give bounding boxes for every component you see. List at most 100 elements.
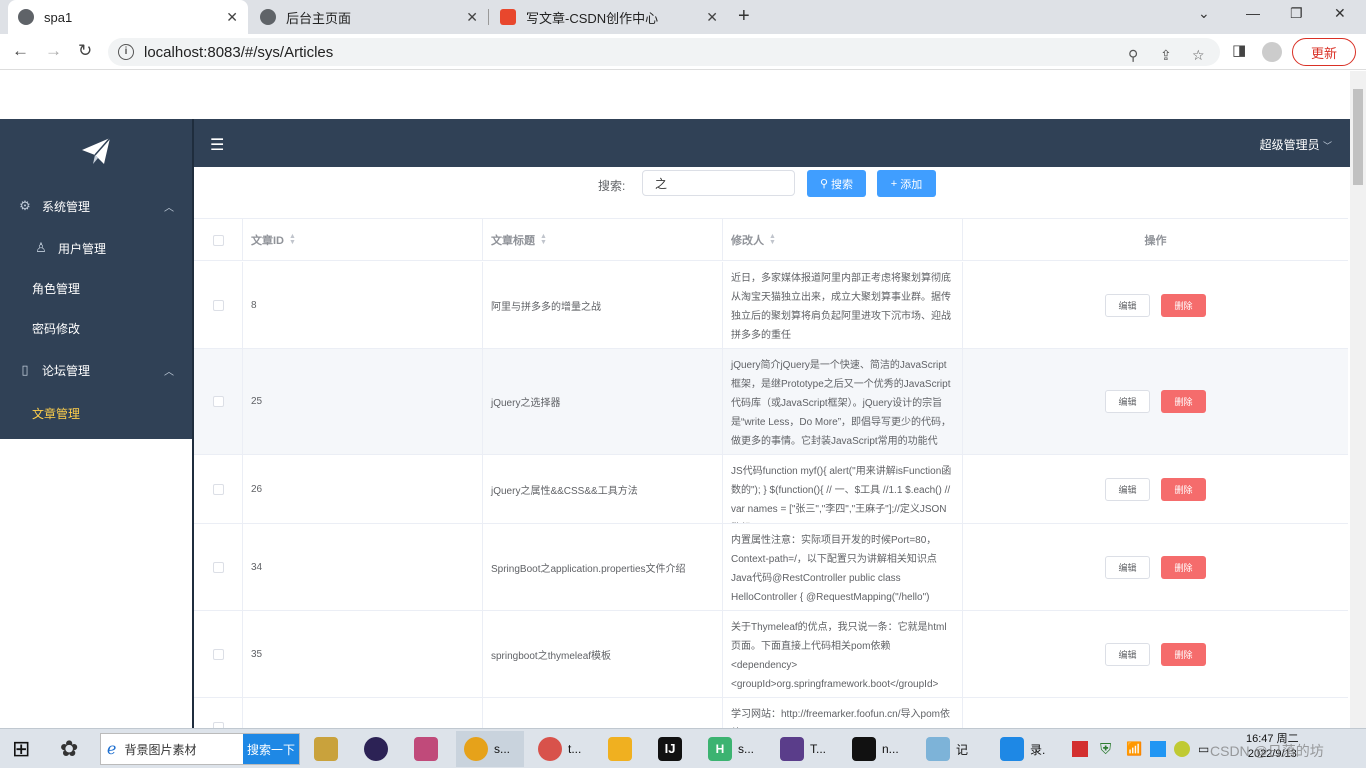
sidepanel-icon[interactable]: ◨ — [1232, 41, 1246, 59]
taskbar-search-button[interactable]: 搜索一下 — [243, 734, 299, 764]
taskbar-search[interactable]: ℯ 背景图片素材 搜索一下 — [100, 733, 300, 765]
profile-avatar[interactable] — [1262, 42, 1282, 62]
edit-button[interactable]: 编辑 — [1105, 390, 1150, 413]
scrollbar-thumb[interactable] — [1353, 89, 1363, 185]
sidebar-item-users[interactable]: ♙ 用户管理 — [0, 228, 192, 268]
row-checkbox[interactable] — [212, 648, 224, 660]
star-icon[interactable]: ☆ — [1192, 47, 1205, 64]
sidebar-item-roles[interactable]: 角色管理 — [0, 268, 192, 308]
edit-button[interactable]: 编辑 — [1105, 477, 1150, 501]
hbuilder-app-icon[interactable]: Hs... — [708, 731, 754, 767]
taskbar-app-label: n... — [882, 742, 899, 756]
column-header-modifier[interactable]: 修改人 ▲ ▼ — [723, 219, 963, 261]
tray-s-icon[interactable] — [1072, 731, 1088, 767]
user-icon: ♙ — [35, 240, 47, 255]
sort-icon[interactable]: ▲ ▼ — [540, 233, 547, 246]
sidebar-item-system[interactable]: ⚙ 系统管理 ︿ — [0, 186, 192, 226]
sidebar-item-articles[interactable]: 文章管理 — [0, 393, 192, 433]
tab-title: 后台主页面 — [286, 10, 352, 26]
column-header-id[interactable]: 文章ID ▲ ▼ — [243, 219, 483, 261]
cell-id: 8 — [243, 262, 483, 348]
close-icon[interactable]: ✕ — [466, 9, 478, 26]
user-dropdown[interactable]: 超级管理员 ﹀ — [1260, 136, 1332, 153]
reload-icon[interactable]: ↻ — [78, 41, 92, 61]
sort-icon[interactable]: ▲ ▼ — [289, 233, 296, 246]
info-icon[interactable]: i — [118, 44, 134, 60]
row-checkbox[interactable] — [212, 561, 224, 573]
delete-button[interactable]: 删除 — [1161, 293, 1206, 317]
edit-button[interactable]: 编辑 — [1105, 642, 1150, 666]
shield-icon[interactable]: ⛨ — [1100, 731, 1111, 767]
database-app-icon[interactable] — [414, 731, 444, 767]
search-button[interactable]: ⚲ 搜索 — [807, 170, 866, 197]
page-content: ⚙ 系统管理 ︿ ♙ 用户管理 角色管理 密码修改 ▯ 论坛管理 ︿ 文章管理 … — [0, 71, 1350, 728]
page-scrollbar[interactable] — [1350, 71, 1366, 728]
column-header-title[interactable]: 文章标题 ▲ ▼ — [483, 219, 723, 261]
forward-icon[interactable]: → — [45, 41, 62, 61]
tray-app-icon[interactable] — [1150, 731, 1166, 767]
app-launcher-icon[interactable]: ✿ — [60, 731, 78, 767]
edit-button[interactable]: 编辑 — [1105, 555, 1150, 579]
close-icon[interactable]: ✕ — [226, 9, 238, 26]
tray-plus-icon[interactable] — [1174, 731, 1190, 767]
search-icon: ⚲ — [819, 178, 829, 190]
table-row: 34 SpringBoot之application.properties文件介绍内… — [194, 524, 1348, 611]
wifi-icon[interactable]: 📶 — [1126, 731, 1142, 767]
browser-tab-spa1[interactable]: spa1 ✕ — [8, 0, 248, 34]
maximize-button[interactable]: ❐ — [1290, 5, 1303, 22]
battery-icon[interactable]: ▭ — [1198, 731, 1209, 767]
windows-start-icon[interactable]: ⊞ — [12, 731, 30, 767]
back-icon[interactable]: ← — [12, 41, 29, 61]
table-row: 26 jQuery之属性&&CSS&&工具方法 JS代码function myf()… — [194, 455, 1348, 524]
add-button[interactable]: + 添加 — [877, 170, 936, 197]
tab-search-icon[interactable]: ⌄ — [1198, 5, 1210, 22]
row-checkbox[interactable] — [212, 483, 224, 495]
collapse-menu-icon[interactable]: ☰ — [210, 135, 224, 155]
delete-button[interactable]: 删除 — [1161, 555, 1206, 579]
delete-button[interactable]: 删除 — [1161, 390, 1206, 413]
browser-tab-admin[interactable]: 后台主页面 ✕ — [250, 0, 488, 34]
sidebar-item-label: 文章管理 — [32, 406, 81, 421]
zoom-icon[interactable]: ⚲ — [1128, 47, 1138, 64]
url-text: localhost:8083/#/sys/Articles — [144, 43, 334, 61]
sidebar-item-password[interactable]: 密码修改 — [0, 308, 192, 348]
row-checkbox[interactable] — [212, 299, 224, 311]
chrome-app-icon[interactable]: s... — [456, 731, 524, 767]
csdn-watermark: CSDN @日落的坊 — [1210, 743, 1324, 759]
update-button[interactable]: 更新 — [1292, 38, 1356, 66]
column-header-actions: 操作 — [963, 219, 1348, 261]
url-field[interactable]: i localhost:8083/#/sys/Articles ⚲ ⇪ ☆ — [108, 38, 1220, 66]
sidebar-item-label: 角色管理 — [32, 281, 81, 296]
intellij-app-icon[interactable]: IJ — [658, 731, 688, 767]
minimize-button[interactable]: — — [1246, 5, 1260, 21]
javaee-app-icon[interactable]: T... — [780, 731, 826, 767]
row-checkbox[interactable] — [212, 396, 224, 407]
ie-icon: ℯ — [107, 741, 117, 758]
app-t-icon[interactable]: t... — [538, 731, 581, 767]
close-icon[interactable]: ✕ — [706, 9, 718, 26]
cmd-app-icon[interactable]: n... — [852, 731, 899, 767]
browser-tab-csdn[interactable]: 写文章-CSDN创作中心 ✕ — [490, 0, 728, 34]
add-button-label: 添加 — [900, 178, 923, 191]
share-icon[interactable]: ⇪ — [1160, 47, 1172, 64]
paper-plane-icon — [82, 137, 111, 164]
new-tab-button[interactable]: + — [738, 5, 750, 28]
column-label: 文章ID — [251, 235, 284, 247]
sort-icon[interactable]: ▲ ▼ — [769, 233, 776, 246]
taskbar: ⊞ ✿ ℯ 背景图片素材 搜索一下 s... t... IJ Hs... T..… — [0, 728, 1366, 768]
sidebar-item-forum[interactable]: ▯ 论坛管理 ︿ — [0, 350, 192, 390]
cell-actions — [963, 698, 1348, 728]
search-input[interactable] — [642, 170, 795, 196]
edit-button[interactable]: 编辑 — [1105, 293, 1150, 317]
explorer-app-icon[interactable]: 录. — [1000, 731, 1045, 767]
delete-button[interactable]: 删除 — [1161, 642, 1206, 666]
tools-app-icon[interactable] — [314, 731, 344, 767]
delete-button[interactable]: 删除 — [1161, 477, 1206, 501]
cell-title: 阿里与拼多多的增量之战 — [483, 262, 723, 348]
cell-content: 内置属性注意：实际项目开发的时候Port=80，Context-path=/，以… — [723, 524, 963, 610]
notepad-app-icon[interactable]: 记 — [926, 731, 968, 767]
star-app-icon[interactable] — [608, 731, 638, 767]
eclipse-app-icon[interactable] — [364, 731, 394, 767]
close-window-button[interactable]: ✕ — [1334, 5, 1346, 22]
select-all-checkbox[interactable] — [212, 234, 224, 246]
